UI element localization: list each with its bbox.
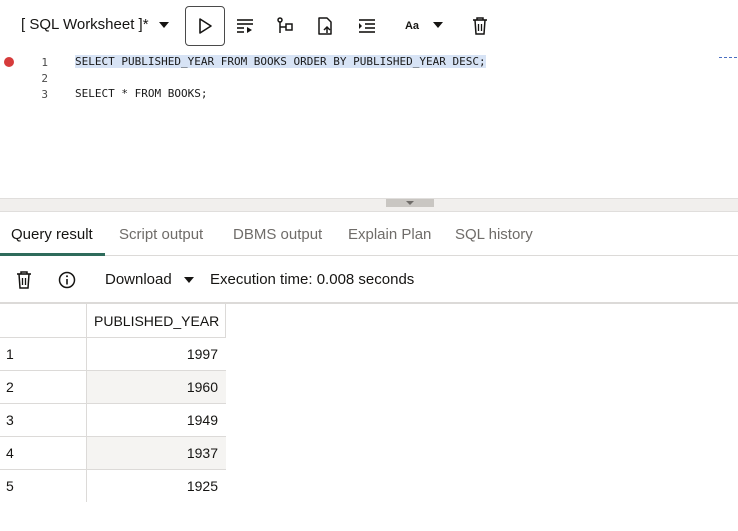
row-number: 4 xyxy=(6,445,14,461)
table-row[interactable]: 5 1925 xyxy=(0,469,226,502)
autotrace-icon xyxy=(318,17,332,35)
code-line-1[interactable]: SELECT PUBLISHED_YEAR FROM BOOKS ORDER B… xyxy=(75,55,486,68)
play-icon xyxy=(199,18,212,34)
sql-editor[interactable]: 1 2 3 SELECT PUBLISHED_YEAR FROM BOOKS O… xyxy=(0,52,738,198)
explain-plan-button[interactable] xyxy=(265,6,305,46)
cell-value: 1997 xyxy=(186,346,218,362)
text-case-chevron-down-icon[interactable] xyxy=(433,22,443,28)
execution-time: Execution time: 0.008 seconds xyxy=(210,271,415,288)
autotrace-button[interactable] xyxy=(305,6,345,46)
run-script-button[interactable] xyxy=(225,6,265,46)
trash-icon xyxy=(473,17,487,35)
table-cell[interactable]: 1960 xyxy=(86,371,226,403)
text-case-icon: Aa xyxy=(404,20,420,32)
cell-value: 1925 xyxy=(186,478,218,494)
output-tabs: Query result Script output DBMS output E… xyxy=(0,212,738,256)
tab-sql-history[interactable]: SQL history xyxy=(455,226,533,243)
worksheet-title[interactable]: [ SQL Worksheet ]* xyxy=(21,16,149,33)
run-statement-button[interactable] xyxy=(185,6,225,46)
cell-value: 1937 xyxy=(186,445,218,461)
column-header-published-year[interactable]: PUBLISHED_YEAR xyxy=(86,304,226,337)
tab-query-result[interactable]: Query result xyxy=(11,226,93,243)
download-button[interactable]: Download xyxy=(105,271,172,288)
row-number: 3 xyxy=(6,412,14,428)
trash-icon xyxy=(17,271,31,289)
explain-plan-icon xyxy=(277,17,293,33)
worksheet-menu-chevron-down-icon[interactable] xyxy=(159,22,169,28)
cell-value: 1960 xyxy=(186,379,218,395)
table-cell[interactable]: 1997 xyxy=(86,338,226,370)
row-number: 2 xyxy=(6,379,14,395)
code-line-3[interactable]: SELECT * FROM BOOKS; xyxy=(75,87,207,100)
breakpoint-icon[interactable] xyxy=(4,57,14,67)
tab-dbms-output[interactable]: DBMS output xyxy=(233,226,322,243)
column-header-label: PUBLISHED_YEAR xyxy=(94,313,220,329)
line-number: 2 xyxy=(41,72,48,85)
info-button[interactable] xyxy=(57,270,77,290)
info-icon xyxy=(58,271,76,289)
table-cell[interactable]: 1949 xyxy=(86,404,226,436)
format-button[interactable] xyxy=(347,6,387,46)
download-chevron-down-icon[interactable] xyxy=(184,277,194,283)
table-row[interactable]: 2 1960 xyxy=(0,370,226,403)
table-cell[interactable]: 1925 xyxy=(86,470,226,502)
table-row[interactable]: 4 1937 xyxy=(0,436,226,469)
minimap-marker xyxy=(719,57,737,61)
row-number: 1 xyxy=(6,346,14,362)
splitter-handle-chevron-down-icon[interactable] xyxy=(386,199,434,207)
table-cell[interactable]: 1937 xyxy=(86,437,226,469)
result-toolbar: Download Execution time: 0.008 seconds xyxy=(0,256,738,304)
pane-splitter[interactable] xyxy=(0,198,738,212)
text-case-button[interactable]: Aa xyxy=(392,6,432,46)
row-number: 5 xyxy=(6,478,14,494)
table-row[interactable]: 1 1997 xyxy=(0,337,226,370)
delete-results-button[interactable] xyxy=(14,270,34,290)
line-number: 3 xyxy=(41,88,48,101)
format-indent-icon xyxy=(359,19,375,33)
tab-script-output[interactable]: Script output xyxy=(119,226,203,243)
worksheet-toolbar: [ SQL Worksheet ]* Aa xyxy=(0,0,738,52)
clear-button[interactable] xyxy=(460,6,500,46)
cell-value: 1949 xyxy=(186,412,218,428)
table-row[interactable]: 3 1949 xyxy=(0,403,226,436)
tab-explain-plan[interactable]: Explain Plan xyxy=(348,226,431,243)
run-script-icon xyxy=(237,19,253,33)
line-number: 1 xyxy=(41,56,48,69)
